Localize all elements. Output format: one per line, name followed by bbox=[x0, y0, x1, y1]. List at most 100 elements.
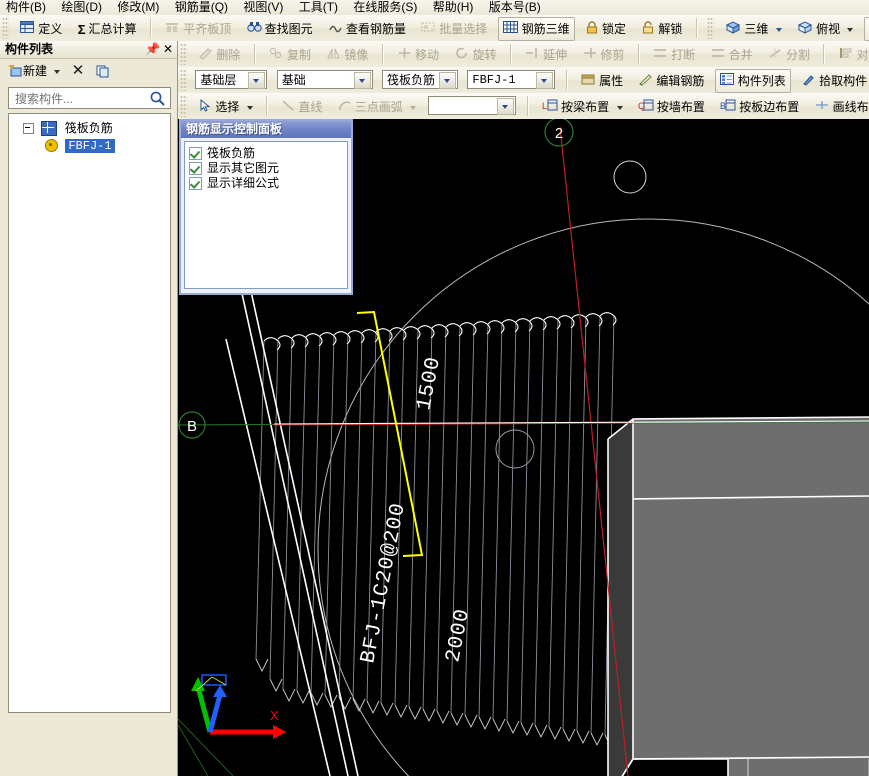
gear-icon bbox=[45, 139, 58, 153]
toolbar-grip[interactable] bbox=[707, 17, 715, 39]
menu-item-modify[interactable]: 修改(M) bbox=[111, 0, 165, 15]
chevron-down-icon[interactable] bbox=[248, 72, 266, 89]
layout-by-slab-edge-button[interactable]: B 按板边布置 bbox=[715, 95, 804, 119]
layout-by-line-button[interactable]: 画线布置 bbox=[810, 95, 869, 119]
batch-select-button[interactable]: 批量选择 bbox=[416, 17, 492, 41]
extend-button[interactable]: 延伸 bbox=[520, 43, 572, 67]
chevron-down-icon[interactable] bbox=[353, 72, 371, 89]
search-component-box[interactable] bbox=[8, 87, 171, 109]
menu-item-rebar-qty[interactable]: 钢筋量(Q) bbox=[169, 0, 234, 15]
checkbox-row-show-other-elements[interactable]: 显示其它图元 bbox=[189, 161, 347, 176]
checkbox-row-show-detailed-formula[interactable]: 显示详细公式 bbox=[189, 176, 347, 191]
checkbox-show-other-elements[interactable] bbox=[189, 162, 202, 176]
view-rebar-qty-button[interactable]: 查看钢筋量 bbox=[323, 17, 411, 41]
layout-by-wall-button[interactable]: Q 按墙布置 bbox=[633, 95, 710, 119]
mirror-label: 镜像 bbox=[344, 48, 369, 62]
search-input[interactable] bbox=[13, 89, 149, 109]
copy-button[interactable]: 复制 bbox=[264, 43, 316, 67]
chevron-down-icon[interactable] bbox=[246, 105, 253, 110]
category-combo[interactable]: 基础 bbox=[276, 70, 373, 89]
toolbar-grip[interactable] bbox=[2, 17, 9, 39]
layout-by-beam-button[interactable]: L 按梁布置 bbox=[537, 95, 627, 119]
chevron-down-icon[interactable] bbox=[847, 27, 854, 32]
top-view-button[interactable]: 俯视 bbox=[792, 17, 858, 41]
rebar-3d-button[interactable]: 钢筋三维 bbox=[497, 17, 575, 41]
move-button[interactable]: 移动 bbox=[392, 43, 444, 67]
component-list-toolbar: 新建 ✕ bbox=[0, 59, 177, 85]
view-3d-label: 三维 bbox=[744, 22, 769, 36]
select-button[interactable]: 选择 bbox=[193, 95, 257, 119]
checkbox-row-raft-negative-rebar[interactable]: 筏板负筋 bbox=[189, 146, 347, 161]
new-icon bbox=[8, 64, 23, 78]
menu-item-tools[interactable]: 工具(T) bbox=[293, 0, 344, 15]
collapse-icon[interactable] bbox=[23, 123, 34, 135]
menu-item-view[interactable]: 视图(V) bbox=[237, 0, 289, 15]
search-icon[interactable] bbox=[149, 90, 166, 107]
chevron-down-icon[interactable] bbox=[775, 27, 782, 32]
copy-component-button[interactable] bbox=[94, 61, 113, 81]
move-label: 移动 bbox=[415, 48, 440, 62]
find-element-button[interactable]: 查找图元 bbox=[242, 17, 318, 41]
component-type-combo[interactable]: 筏板负筋 bbox=[382, 70, 459, 89]
component-tree[interactable]: 筏板负筋 FBFJ-1 bbox=[8, 113, 171, 713]
cursor-icon bbox=[198, 97, 212, 119]
define-button[interactable]: 定义 bbox=[15, 17, 67, 41]
component-list-panel-title: 构件列表 bbox=[5, 42, 54, 56]
tree-node-root[interactable]: 筏板负筋 bbox=[9, 120, 170, 137]
three-point-arc-label: 三点画弧 bbox=[354, 100, 403, 114]
component-list-panel-title-bar: 构件列表 📌 ✕ bbox=[0, 41, 177, 59]
mirror-button[interactable]: 镜像 bbox=[321, 43, 373, 67]
toolbar-grip[interactable] bbox=[180, 95, 187, 117]
rebar-3d-label: 钢筋三维 bbox=[521, 22, 570, 36]
align-icon bbox=[839, 45, 854, 67]
delete-component-button[interactable]: ✕ bbox=[66, 61, 91, 81]
three-point-arc-button[interactable]: 三点画弧 bbox=[333, 95, 421, 119]
menu-item-draw[interactable]: 绘图(D) bbox=[55, 0, 108, 15]
component-list-panel: 构件列表 📌 ✕ 新建 ✕ 筏板负筋 bbox=[0, 41, 178, 776]
line-button[interactable]: 直线 bbox=[276, 95, 327, 119]
new-component-button[interactable]: 新建 bbox=[6, 61, 62, 81]
arc-option-combo[interactable] bbox=[428, 96, 517, 115]
menu-item-online[interactable]: 在线服务(S) bbox=[347, 0, 423, 15]
toolbar-grip[interactable] bbox=[180, 69, 187, 91]
view-3d-button[interactable]: 三维 bbox=[720, 17, 786, 41]
component-combo[interactable]: FBFJ-1 bbox=[467, 70, 556, 89]
checkbox-show-detailed-formula[interactable] bbox=[189, 177, 202, 191]
component-list-button[interactable]: 构件列表 bbox=[714, 69, 791, 93]
pin-icon[interactable]: 📌 bbox=[145, 42, 160, 56]
chevron-down-icon[interactable] bbox=[54, 69, 61, 74]
delete-button[interactable]: 删除 bbox=[193, 43, 245, 67]
chevron-down-icon[interactable] bbox=[616, 105, 623, 110]
lock-button[interactable]: 锁定 bbox=[580, 17, 631, 41]
rotate-button[interactable]: 旋转 bbox=[449, 43, 501, 67]
rebar-display-control-panel[interactable]: 钢筋显示控制面板 筏板负筋 显示其它图元 显示详细公式 bbox=[179, 119, 353, 295]
unlock-button[interactable]: 解锁 bbox=[636, 17, 687, 41]
align-button[interactable]: 对齐 bbox=[834, 43, 869, 67]
dimension-label-2000: 2000 bbox=[442, 607, 475, 665]
checkbox-raft-negative-rebar[interactable] bbox=[189, 147, 202, 161]
toolbar-grip[interactable] bbox=[180, 43, 187, 65]
merge-button[interactable]: 合并 bbox=[706, 43, 758, 67]
align-slab-top-button[interactable]: 平齐板顶 bbox=[160, 17, 236, 41]
dynamic-orbit-button[interactable]: 动态观察 bbox=[863, 17, 869, 41]
summary-calc-button[interactable]: Σ 汇总计算 bbox=[73, 17, 142, 41]
chevron-down-icon[interactable] bbox=[536, 72, 554, 89]
close-icon[interactable]: ✕ bbox=[161, 42, 175, 56]
floor-combo[interactable]: 基础层 bbox=[195, 70, 268, 89]
rebar-display-control-panel-title: 钢筋显示控制面板 bbox=[181, 121, 351, 138]
menu-item-version[interactable]: 版本号(B) bbox=[483, 0, 547, 15]
properties-button[interactable]: 属性 bbox=[576, 69, 628, 93]
break-button[interactable]: 打断 bbox=[648, 43, 700, 67]
split-button[interactable]: 分割 bbox=[763, 43, 815, 67]
pick-component-button[interactable]: 拾取构件 bbox=[796, 69, 869, 93]
chevron-down-icon[interactable] bbox=[497, 98, 515, 115]
trim-button[interactable]: 修剪 bbox=[578, 43, 630, 67]
tree-node-child[interactable]: FBFJ-1 bbox=[9, 137, 170, 154]
chevron-down-icon[interactable] bbox=[410, 105, 417, 110]
ucs-x-label: X bbox=[270, 708, 279, 723]
menu-item-component[interactable]: 构件(B) bbox=[0, 0, 52, 15]
edit-rebar-button[interactable]: 编辑钢筋 bbox=[633, 69, 709, 93]
menu-item-help[interactable]: 帮助(H) bbox=[427, 0, 480, 15]
chevron-down-icon[interactable] bbox=[439, 72, 457, 89]
properties-label: 属性 bbox=[599, 74, 624, 88]
